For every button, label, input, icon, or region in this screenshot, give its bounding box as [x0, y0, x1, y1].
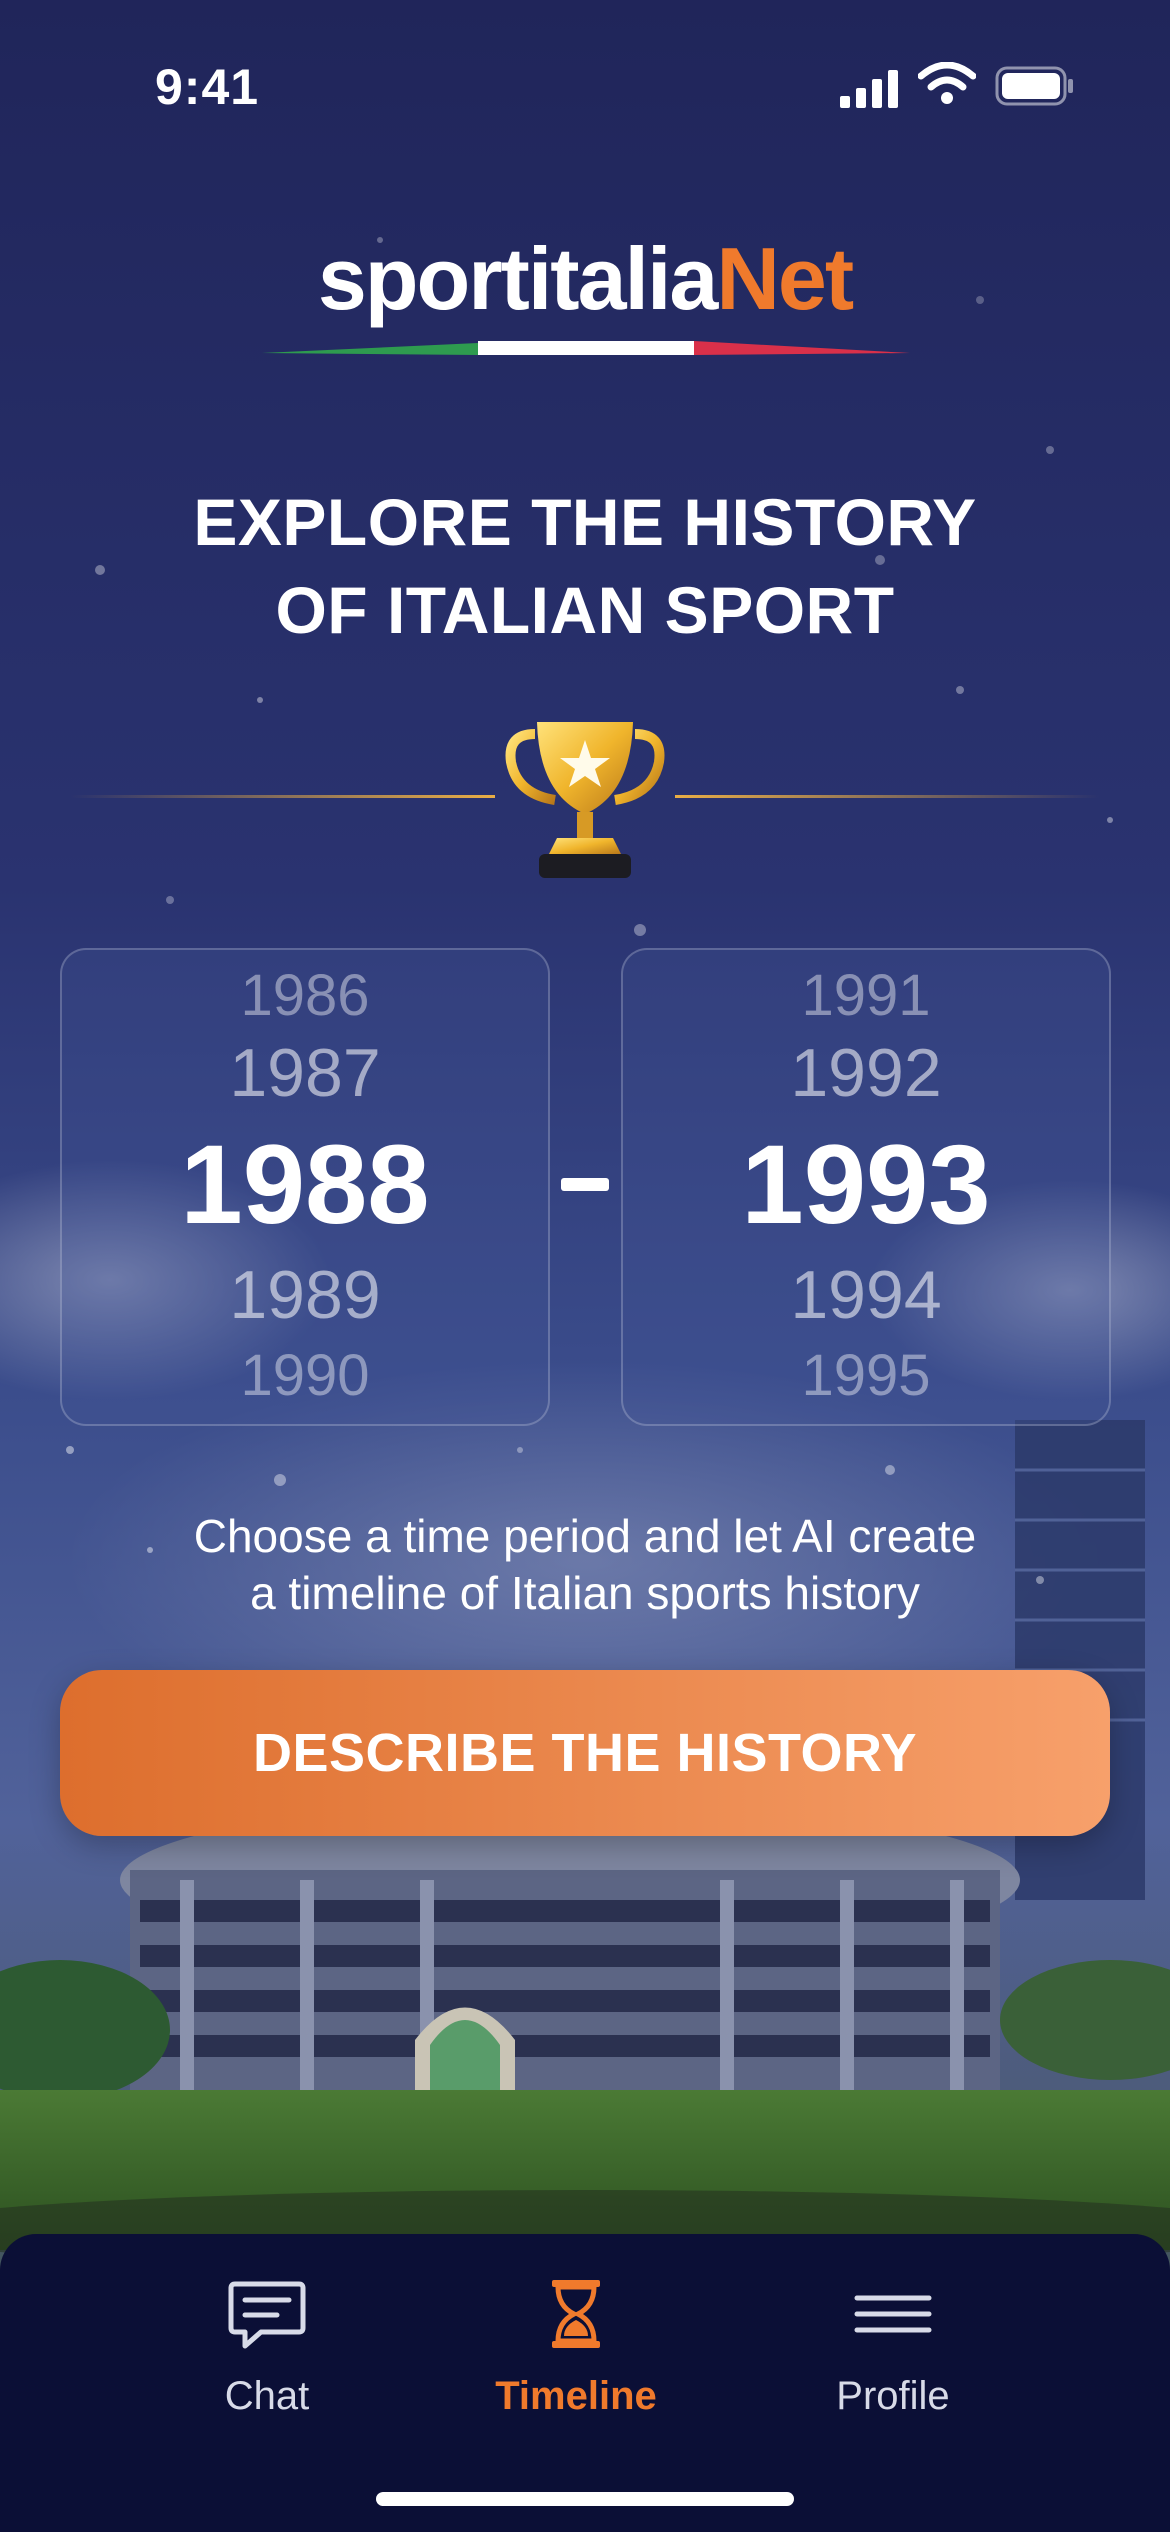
end-year-option[interactable]: 1992 — [623, 1034, 1109, 1112]
chat-bubble-icon — [228, 2281, 306, 2349]
status-bar: 9:41 — [0, 0, 1170, 130]
tab-chat-label: Chat — [224, 2374, 310, 2418]
menu-lines-icon — [854, 2295, 932, 2333]
divider-right — [675, 795, 1100, 798]
start-year-picker[interactable]: 1986 1987 1988 1989 1990 — [60, 948, 550, 1426]
start-year-option[interactable]: 1989 — [62, 1256, 548, 1334]
trophy-icon — [505, 722, 665, 878]
brand-name-accent: Net — [716, 229, 854, 328]
end-year-picker[interactable]: 1991 1992 1993 1994 1995 — [621, 948, 1111, 1426]
page-title: EXPLORE THE HISTORY OF ITALIAN SPORT — [0, 478, 1170, 654]
hourglass-icon — [552, 2280, 600, 2348]
start-year-option[interactable]: 1990 — [62, 1342, 548, 1409]
tab-bar: Chat Timeline Profile — [0, 2234, 1170, 2532]
instruction-line2: a timeline of Italian sports history — [250, 1567, 920, 1619]
page-title-line1: EXPLORE THE HISTORY — [193, 485, 977, 559]
describe-history-button[interactable]: DESCRIBE THE HISTORY — [60, 1670, 1110, 1836]
start-year-option[interactable]: 1987 — [62, 1034, 548, 1112]
battery-icon — [995, 66, 1073, 106]
tab-profile[interactable]: Profile — [783, 2274, 1003, 2454]
tab-profile-label: Profile — [836, 2374, 950, 2418]
end-year-option[interactable]: 1991 — [623, 962, 1109, 1029]
tab-chat[interactable]: Chat — [157, 2274, 377, 2454]
brand-logo: sportitaliaNet — [0, 228, 1170, 330]
italian-flag-underline — [262, 341, 910, 355]
page-title-line2: OF ITALIAN SPORT — [275, 573, 895, 647]
range-separator — [561, 1178, 609, 1191]
cellular-signal-icon — [840, 70, 898, 108]
tab-timeline[interactable]: Timeline — [466, 2274, 686, 2454]
wifi-icon — [918, 62, 976, 104]
instruction-line1: Choose a time period and let AI create — [193, 1510, 977, 1562]
end-year-selected[interactable]: 1993 — [623, 1120, 1109, 1249]
instruction-text: Choose a time period and let AI create a… — [0, 1508, 1170, 1622]
end-year-option[interactable]: 1995 — [623, 1342, 1109, 1409]
brand-name-main: sportitalia — [317, 229, 719, 328]
tab-timeline-label: Timeline — [495, 2374, 657, 2418]
status-time: 9:41 — [155, 59, 260, 115]
divider-left — [70, 795, 495, 798]
start-year-option[interactable]: 1986 — [62, 962, 548, 1029]
home-indicator[interactable] — [376, 2492, 794, 2506]
end-year-option[interactable]: 1994 — [623, 1256, 1109, 1334]
start-year-selected[interactable]: 1988 — [62, 1120, 548, 1249]
